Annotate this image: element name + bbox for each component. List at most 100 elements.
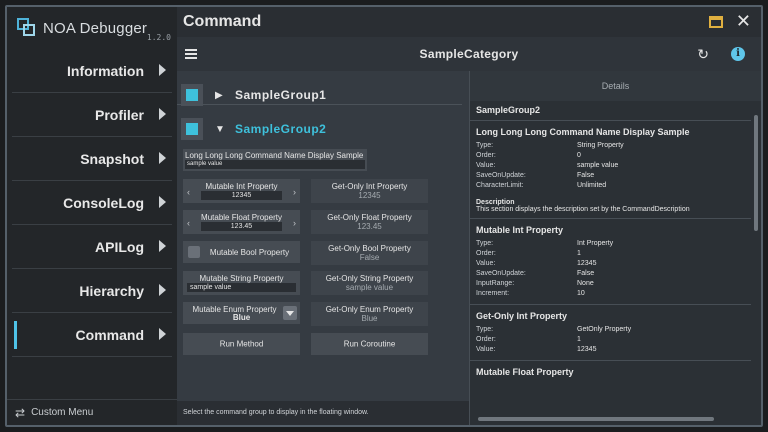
command-label: Mutable Float Property bbox=[201, 213, 282, 222]
noa-logo-icon bbox=[17, 18, 37, 38]
chevron-right-icon bbox=[159, 240, 166, 252]
refresh-icon[interactable]: ↻ bbox=[697, 47, 709, 61]
increment-icon[interactable]: › bbox=[293, 187, 296, 197]
category-title: SampleCategory bbox=[419, 47, 519, 61]
details-key: CharacterLimit: bbox=[476, 182, 524, 189]
command-label: Mutable Int Property bbox=[205, 182, 278, 191]
command-label: Get-Only Int Property bbox=[331, 182, 408, 191]
sidebar-item-label: ConsoleLog bbox=[63, 194, 144, 211]
get-only-int-command: Get-Only Int Property 12345 bbox=[311, 179, 428, 203]
command-label: Get-Only Enum Property bbox=[325, 305, 414, 314]
swap-arrows-icon: ⇄ bbox=[15, 405, 26, 420]
float-input[interactable]: 123.45 bbox=[201, 222, 282, 231]
details-value: 10 bbox=[577, 290, 585, 297]
get-only-string-command: Get-Only String Property sample value bbox=[311, 271, 428, 295]
sidebar-item-information[interactable]: Information bbox=[12, 49, 172, 93]
vertical-scrollbar[interactable] bbox=[754, 115, 758, 231]
long-name-command[interactable]: Long Long Long Command Name Display Samp… bbox=[183, 149, 367, 171]
sidebar-item-profiler[interactable]: Profiler bbox=[12, 93, 172, 137]
chevron-right-icon bbox=[159, 152, 166, 164]
run-method-button[interactable]: Run Method bbox=[183, 333, 300, 355]
details-row: SaveOnUpdate: False bbox=[476, 269, 751, 279]
group-float-toggle[interactable] bbox=[181, 84, 203, 106]
custom-menu-button[interactable]: ⇄ Custom Menu bbox=[7, 399, 177, 425]
get-only-bool-command: Get-Only Bool Property False bbox=[311, 241, 428, 265]
sidebar-item-label: Hierarchy bbox=[79, 282, 144, 299]
details-key: InputRange: bbox=[476, 280, 515, 287]
mutable-int-command[interactable]: ‹ Mutable Int Property 12345 › bbox=[183, 179, 300, 203]
details-row: Order: 0 bbox=[476, 151, 751, 161]
command-value: Blue bbox=[361, 314, 378, 323]
command-value: 12345 bbox=[358, 191, 381, 200]
details-value: 1 bbox=[577, 250, 581, 257]
mutable-enum-command[interactable]: Mutable Enum Property Blue bbox=[183, 302, 300, 324]
group-row-samplegroup1[interactable]: ▶ SampleGroup1 bbox=[177, 79, 462, 111]
details-key: Value: bbox=[476, 346, 496, 353]
sidebar-item-consolelog[interactable]: ConsoleLog bbox=[12, 181, 172, 225]
details-group-name: SampleGroup2 bbox=[476, 105, 541, 115]
details-header: Details bbox=[470, 71, 761, 101]
command-label: Get-Only String Property bbox=[325, 274, 414, 283]
details-key: Value: bbox=[476, 162, 496, 169]
details-section-title: Mutable Float Property bbox=[476, 367, 574, 377]
details-row: Type: String Property bbox=[476, 141, 751, 151]
command-label: Get-Only Bool Property bbox=[328, 244, 411, 253]
hamburger-menu-icon[interactable] bbox=[185, 49, 197, 59]
get-only-enum-command: Get-Only Enum Property Blue bbox=[311, 302, 428, 326]
info-icon[interactable]: i bbox=[731, 47, 745, 61]
details-row: Value: sample value bbox=[476, 161, 751, 171]
sidebar-item-command[interactable]: Command bbox=[12, 313, 172, 357]
floating-window-icon[interactable] bbox=[709, 16, 723, 28]
details-row: InputRange: None bbox=[476, 279, 751, 289]
dropdown-arrow-icon[interactable] bbox=[283, 306, 297, 320]
details-row: Type: GetOnly Property bbox=[476, 325, 751, 335]
details-value: None bbox=[577, 280, 594, 287]
sidebar-item-hierarchy[interactable]: Hierarchy bbox=[12, 269, 172, 313]
details-row: Order: 1 bbox=[476, 249, 751, 259]
string-input[interactable]: sample value bbox=[185, 160, 365, 169]
details-key: Order: bbox=[476, 152, 496, 159]
enum-value: Blue bbox=[232, 313, 251, 322]
chevron-right-icon bbox=[159, 284, 166, 296]
details-value: 0 bbox=[577, 152, 581, 159]
divider bbox=[470, 120, 751, 121]
mutable-bool-command[interactable]: Mutable Bool Property bbox=[183, 241, 300, 263]
group-float-toggle[interactable] bbox=[181, 118, 203, 140]
divider bbox=[470, 218, 751, 219]
description-text: This section displays the description se… bbox=[476, 206, 690, 213]
command-label: Long Long Long Command Name Display Samp… bbox=[185, 151, 364, 160]
sidebar-item-snapshot[interactable]: Snapshot bbox=[12, 137, 172, 181]
details-key: Order: bbox=[476, 336, 496, 343]
details-key: Value: bbox=[476, 260, 496, 267]
sidebar-item-label: Profiler bbox=[94, 106, 144, 123]
horizontal-scrollbar[interactable] bbox=[478, 417, 714, 421]
increment-icon[interactable]: › bbox=[293, 218, 296, 228]
int-input[interactable]: 12345 bbox=[201, 191, 282, 200]
details-value: String Property bbox=[577, 142, 624, 149]
details-value: False bbox=[577, 172, 595, 179]
details-section-title: Mutable Int Property bbox=[476, 225, 564, 235]
chevron-right-icon bbox=[159, 196, 166, 208]
mutable-float-command[interactable]: ‹ Mutable Float Property 123.45 › bbox=[183, 210, 300, 234]
sidebar-item-label: Information bbox=[67, 62, 144, 79]
run-coroutine-button[interactable]: Run Coroutine bbox=[311, 333, 428, 355]
details-key: Type: bbox=[476, 142, 494, 149]
command-value: False bbox=[359, 253, 380, 262]
details-key: Increment: bbox=[476, 290, 510, 297]
description-heading: Description bbox=[476, 199, 515, 206]
details-key: Type: bbox=[476, 326, 494, 333]
sidebar: NOA Debugger 1.2.0 Information Profiler … bbox=[7, 7, 177, 425]
sidebar-item-label: Command bbox=[75, 326, 144, 343]
mutable-string-command[interactable]: Mutable String Property sample value bbox=[183, 271, 300, 295]
close-icon[interactable]: ✕ bbox=[736, 12, 751, 30]
string-input[interactable]: sample value bbox=[187, 283, 296, 292]
button-label: Run Method bbox=[219, 339, 264, 349]
chevron-right-icon bbox=[159, 108, 166, 120]
details-key: SaveOnUpdate: bbox=[476, 270, 526, 277]
group-row-samplegroup2[interactable]: ▼ SampleGroup2 bbox=[177, 113, 462, 145]
header: Command ✕ bbox=[177, 7, 761, 37]
command-label: Mutable Bool Property bbox=[209, 248, 290, 257]
details-row: CharacterLimit: Unlimited bbox=[476, 181, 751, 191]
sidebar-item-apilog[interactable]: APILog bbox=[12, 225, 172, 269]
divider bbox=[470, 304, 751, 305]
